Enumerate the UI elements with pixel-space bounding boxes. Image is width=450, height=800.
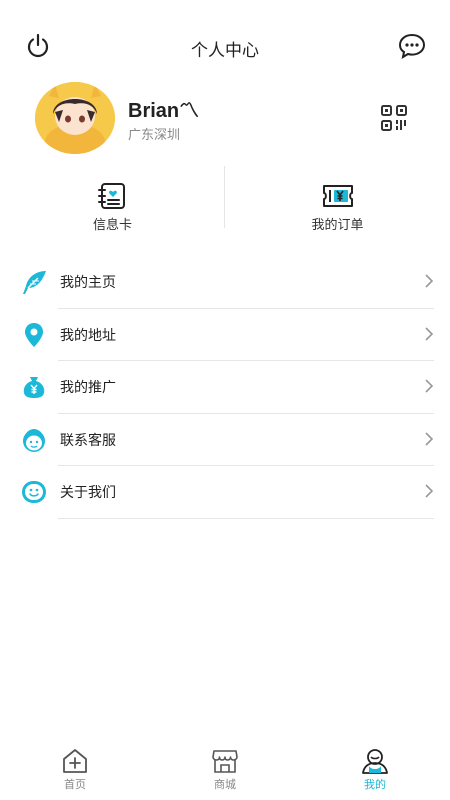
menu-list: 我的主页 我的地址 我的推广 联系客服 关于我们 [0, 256, 450, 519]
smiley-icon [22, 481, 46, 503]
username: Brian〽 [128, 100, 200, 122]
chevron-right-icon [425, 274, 434, 288]
tab-mine[interactable]: 我的 [300, 742, 450, 800]
menu-item-address[interactable]: 我的地址 [0, 309, 450, 361]
tab-home[interactable]: 首页 [0, 742, 150, 800]
money-bag-icon [23, 377, 45, 398]
info-card-icon [97, 183, 125, 209]
page-title: 个人中心 [191, 41, 259, 61]
avatar[interactable] [35, 82, 115, 154]
menu-item-label: 我的主页 [60, 275, 116, 291]
tab-label: 我的 [364, 778, 386, 791]
menu-item-label: 联系客服 [60, 432, 116, 449]
menu-item-label: 我的地址 [60, 327, 116, 344]
profile-section[interactable]: Brian〽 广东深圳 [0, 82, 450, 154]
tab-label: 商城 [214, 778, 236, 791]
my-orders-button[interactable]: 我的订单 [225, 166, 450, 234]
chevron-right-icon [425, 431, 434, 446]
tab-label: 首页 [64, 778, 86, 791]
customer-service-icon [23, 428, 45, 452]
chevron-right-icon [425, 484, 434, 498]
menu-item-about-us[interactable]: 关于我们 [0, 466, 450, 519]
home-add-icon [63, 749, 87, 773]
menu-item-label: 关于我们 [60, 485, 116, 501]
store-icon [212, 750, 238, 773]
menu-item-homepage[interactable]: 我的主页 [0, 256, 450, 309]
menu-item-customer-service[interactable]: 联系客服 [0, 414, 450, 466]
location-pin-icon [25, 322, 43, 347]
user-profile-icon [362, 749, 388, 774]
info-card-button[interactable]: 信息卡 [0, 166, 225, 234]
user-location: 广东深圳 [128, 128, 181, 143]
bottom-tab-bar: 首页 商城 我的 [0, 742, 450, 800]
chevron-right-icon [425, 326, 434, 341]
menu-item-promotion[interactable]: 我的推广 [0, 361, 450, 414]
qr-code-icon[interactable] [380, 104, 408, 132]
menu-item-label: 我的推广 [60, 380, 116, 396]
top-header: 个人中心 [0, 28, 450, 68]
info-card-label: 信息卡 [92, 218, 132, 233]
chevron-right-icon [425, 379, 434, 393]
shortcut-row: 信息卡 我的订单 [0, 166, 450, 234]
menu-divider [58, 517, 434, 519]
feather-icon [23, 271, 46, 294]
order-ticket-icon [322, 185, 353, 207]
chat-bubble-icon[interactable] [398, 32, 426, 60]
tab-store[interactable]: 商城 [150, 742, 300, 800]
my-orders-label: 我的订单 [311, 218, 364, 233]
